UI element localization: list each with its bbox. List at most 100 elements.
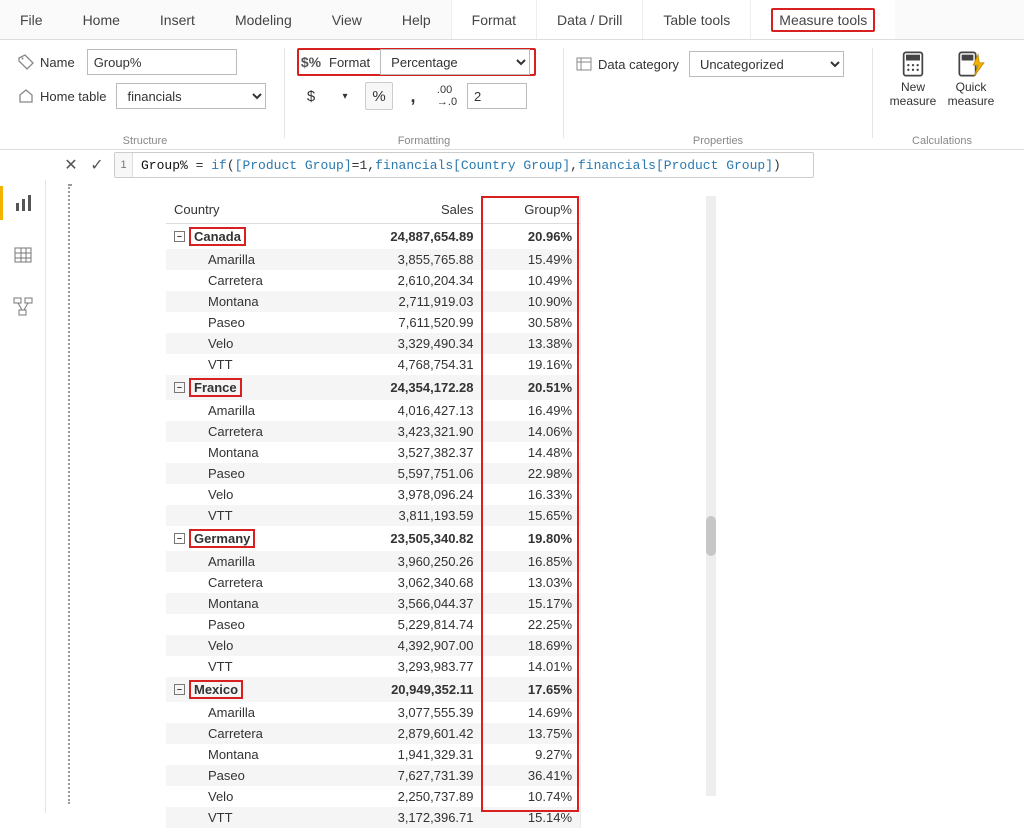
table-row[interactable]: Paseo5,229,814.7422.25% bbox=[166, 614, 580, 635]
table-group-row[interactable]: – Mexico20,949,352.1117.65% bbox=[166, 677, 580, 702]
grouppct-value: 10.90% bbox=[482, 291, 581, 312]
sales-value: 3,077,555.39 bbox=[328, 702, 481, 723]
formula-text[interactable]: Group% = if([Product Group]=1,financials… bbox=[133, 158, 789, 173]
table-group-row[interactable]: – France24,354,172.2820.51% bbox=[166, 375, 580, 400]
new-measure-label: New measure bbox=[887, 80, 939, 109]
table-row[interactable]: Carretera2,879,601.4213.75% bbox=[166, 723, 580, 744]
ribbon-tab-table-tools[interactable]: Table tools bbox=[642, 0, 750, 39]
product-name: Velo bbox=[166, 635, 328, 656]
table-row[interactable]: VTT3,172,396.7115.14% bbox=[166, 807, 580, 828]
new-measure-button[interactable]: New measure bbox=[885, 48, 941, 109]
table-row[interactable]: Montana3,566,044.3715.17% bbox=[166, 593, 580, 614]
table-row[interactable]: Amarilla3,077,555.3914.69% bbox=[166, 702, 580, 723]
ribbon-tab-insert[interactable]: Insert bbox=[140, 0, 215, 39]
highlight-measure-tools-tab: Measure tools bbox=[771, 8, 875, 32]
ribbon-tab-file[interactable]: File bbox=[0, 0, 63, 39]
formula-commit-button[interactable]: ✓ bbox=[84, 152, 110, 178]
decimal-auto-button[interactable]: .00→.0 bbox=[433, 82, 461, 110]
table-row[interactable]: Paseo7,611,520.9930.58% bbox=[166, 312, 580, 333]
vertical-scrollbar[interactable] bbox=[706, 196, 716, 796]
ribbon-tab-modeling[interactable]: Modeling bbox=[215, 0, 312, 39]
product-name: Paseo bbox=[166, 463, 328, 484]
table-group-row[interactable]: – Germany23,505,340.8219.80% bbox=[166, 526, 580, 551]
collapse-icon[interactable]: – bbox=[174, 231, 185, 242]
collapse-icon[interactable]: – bbox=[174, 382, 185, 393]
matrix-visual[interactable]: Country Sales Group% – Canada24,887,654.… bbox=[166, 196, 581, 828]
product-name: Amarilla bbox=[166, 702, 328, 723]
format-label: Format bbox=[329, 55, 370, 70]
sales-value: 24,887,654.89 bbox=[328, 224, 481, 250]
table-row[interactable]: VTT4,768,754.3119.16% bbox=[166, 354, 580, 375]
country-name: Germany bbox=[189, 529, 255, 548]
sales-value: 3,527,382.37 bbox=[328, 442, 481, 463]
column-header-sales[interactable]: Sales bbox=[328, 196, 481, 224]
product-name: Amarilla bbox=[166, 400, 328, 421]
thousands-separator-button[interactable]: , bbox=[399, 82, 427, 110]
formula-bar[interactable]: 1 Group% = if([Product Group]=1,financia… bbox=[114, 152, 814, 178]
grouppct-value: 15.14% bbox=[482, 807, 581, 828]
format-select[interactable]: Percentage bbox=[380, 49, 530, 75]
sales-value: 2,250,737.89 bbox=[328, 786, 481, 807]
formula-line-number: 1 bbox=[115, 153, 133, 177]
table-row[interactable]: Velo3,329,490.3413.38% bbox=[166, 333, 580, 354]
data-category-label: Data category bbox=[598, 57, 679, 72]
grouppct-value: 22.25% bbox=[482, 614, 581, 635]
table-row[interactable]: Montana2,711,919.0310.90% bbox=[166, 291, 580, 312]
ribbon-tab-help[interactable]: Help bbox=[382, 0, 451, 39]
grouppct-value: 14.06% bbox=[482, 421, 581, 442]
table-row[interactable]: Carretera3,062,340.6813.03% bbox=[166, 572, 580, 593]
model-view-button[interactable] bbox=[0, 290, 46, 324]
table-row[interactable]: Velo3,978,096.2416.33% bbox=[166, 484, 580, 505]
collapse-icon[interactable]: – bbox=[174, 684, 185, 695]
quick-measure-button[interactable]: Quick measure bbox=[943, 48, 999, 109]
group-label-properties: Properties bbox=[568, 135, 868, 147]
home-table-select[interactable]: financials bbox=[116, 83, 266, 109]
collapse-icon[interactable]: – bbox=[174, 533, 185, 544]
table-row[interactable]: Amarilla4,016,427.1316.49% bbox=[166, 400, 580, 421]
sales-value: 4,768,754.31 bbox=[328, 354, 481, 375]
table-row[interactable]: Carretera2,610,204.3410.49% bbox=[166, 270, 580, 291]
product-name: VTT bbox=[166, 656, 328, 677]
product-name: Velo bbox=[166, 484, 328, 505]
report-view-button[interactable] bbox=[0, 186, 46, 220]
currency-button[interactable]: $ bbox=[297, 82, 325, 110]
currency-dropdown-button[interactable]: ▾ bbox=[331, 82, 359, 110]
grouppct-value: 20.51% bbox=[482, 375, 581, 400]
formula-cancel-button[interactable]: ✕ bbox=[58, 152, 84, 178]
sales-value: 3,960,250.26 bbox=[328, 551, 481, 572]
table-row[interactable]: Amarilla3,960,250.2616.85% bbox=[166, 551, 580, 572]
table-row[interactable]: Paseo7,627,731.3936.41% bbox=[166, 765, 580, 786]
table-row[interactable]: Velo2,250,737.8910.74% bbox=[166, 786, 580, 807]
table-group-row[interactable]: – Canada24,887,654.8920.96% bbox=[166, 224, 580, 250]
table-row[interactable]: Paseo5,597,751.0622.98% bbox=[166, 463, 580, 484]
ribbon-tab-view[interactable]: View bbox=[312, 0, 382, 39]
table-row[interactable]: Montana1,941,329.319.27% bbox=[166, 744, 580, 765]
column-header-country[interactable]: Country bbox=[166, 196, 328, 224]
country-name: Mexico bbox=[189, 680, 243, 699]
sales-value: 2,879,601.42 bbox=[328, 723, 481, 744]
table-row[interactable]: Amarilla3,855,765.8815.49% bbox=[166, 249, 580, 270]
sales-value: 2,610,204.34 bbox=[328, 270, 481, 291]
sales-value: 3,172,396.71 bbox=[328, 807, 481, 828]
data-view-button[interactable] bbox=[0, 238, 46, 272]
ribbon-tab-home[interactable]: Home bbox=[63, 0, 140, 39]
table-row[interactable]: Velo4,392,907.0018.69% bbox=[166, 635, 580, 656]
measure-name-input[interactable] bbox=[87, 49, 237, 75]
decimals-input[interactable] bbox=[467, 83, 527, 109]
ribbon-tab-measure-tools[interactable]: Measure tools bbox=[750, 0, 895, 39]
ribbon-tab-format[interactable]: Format bbox=[451, 0, 536, 39]
grouppct-value: 17.65% bbox=[482, 677, 581, 702]
calculator-lightning-icon bbox=[957, 50, 985, 78]
percent-button[interactable]: % bbox=[365, 82, 393, 110]
table-row[interactable]: VTT3,811,193.5915.65% bbox=[166, 505, 580, 526]
product-name: Carretera bbox=[166, 270, 328, 291]
data-category-select[interactable]: Uncategorized bbox=[689, 51, 844, 77]
table-row[interactable]: VTT3,293,983.7714.01% bbox=[166, 656, 580, 677]
column-header-grouppct[interactable]: Group% bbox=[482, 196, 581, 224]
table-row[interactable]: Carretera3,423,321.9014.06% bbox=[166, 421, 580, 442]
table-row[interactable]: Montana3,527,382.3714.48% bbox=[166, 442, 580, 463]
product-name: Montana bbox=[166, 593, 328, 614]
tag-icon bbox=[18, 54, 34, 70]
ribbon-tab-data-drill[interactable]: Data / Drill bbox=[536, 0, 642, 39]
grouppct-value: 14.48% bbox=[482, 442, 581, 463]
